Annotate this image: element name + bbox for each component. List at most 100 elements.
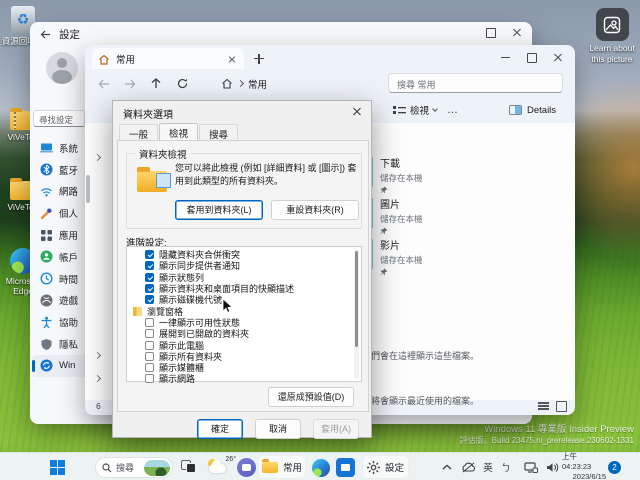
back-icon[interactable] — [40, 30, 51, 39]
maximize-icon[interactable] — [478, 24, 504, 40]
network-tray-icon[interactable] — [522, 453, 540, 480]
advanced-setting-row[interactable]: 顯示媒體櫃 — [129, 362, 351, 373]
setting-label: 顯示資料夾和桌面項目的快顯描述 — [159, 283, 294, 294]
folder-icon — [262, 462, 278, 473]
taskbar-store-button[interactable] — [336, 458, 355, 477]
settings-sidebar-item-accessibility[interactable]: 協助 — [32, 311, 86, 333]
quick-access-item[interactable]: 圖片 儲存在本機 — [370, 196, 560, 238]
ime-language-indicator[interactable]: 英 — [480, 453, 496, 480]
checkbox[interactable] — [145, 284, 154, 293]
close-icon[interactable] — [349, 105, 365, 119]
taskbar-edge-button[interactable] — [311, 458, 330, 477]
dialog-title: 資料夾選項 — [123, 106, 173, 121]
advanced-setting-row[interactable]: 隱藏資料夾合併衝突 — [129, 249, 351, 260]
nav-scrollbar-thumb[interactable] — [86, 175, 90, 203]
list-view-icon[interactable] — [538, 401, 549, 411]
advanced-setting-row[interactable]: 顯示同步提供者通知 — [129, 260, 351, 271]
settings-sidebar-item-system[interactable]: 系統 — [32, 137, 86, 159]
ime-mode-indicator[interactable]: ㄅ — [498, 453, 514, 480]
cancel-button[interactable]: 取消 — [255, 419, 301, 439]
reset-folders-button[interactable]: 重設資料夾(R) — [271, 200, 359, 220]
start-button[interactable] — [48, 458, 67, 477]
more-button[interactable]: … — [447, 104, 459, 116]
restore-defaults-button[interactable]: 還原成預設值(D) — [268, 387, 354, 407]
advanced-setting-row[interactable]: 顯示網路 — [129, 373, 351, 384]
volume-tray-icon[interactable] — [543, 453, 561, 480]
explorer-tab-home[interactable]: 常用 — [92, 48, 244, 70]
checkbox[interactable] — [145, 273, 154, 282]
onedrive-tray-icon[interactable] — [458, 453, 478, 480]
apply-button[interactable]: 套用(A) — [313, 419, 359, 439]
apply-to-folders-button[interactable]: 套用到資料夾(L) — [175, 200, 263, 220]
advanced-setting-row[interactable]: 顯示所有資料夾 — [129, 351, 351, 362]
taskbar-settings-button[interactable]: 設定 — [362, 455, 409, 479]
quick-access-item[interactable]: 影片 儲存在本機 — [370, 237, 560, 279]
details-button[interactable]: Details — [509, 105, 556, 116]
bluetooth-icon — [40, 163, 53, 176]
tree-chevron-icon[interactable] — [94, 154, 101, 161]
avatar[interactable] — [46, 52, 78, 84]
advanced-setting-row[interactable]: 顯示狀態列 — [129, 272, 351, 283]
close-icon[interactable] — [545, 49, 571, 65]
up-icon[interactable] — [143, 74, 169, 94]
advanced-setting-row[interactable]: 展開到已開啟的資料夾 — [129, 328, 351, 339]
checkbox[interactable] — [145, 250, 154, 259]
checkbox[interactable] — [145, 374, 154, 383]
taskbar-explorer-button[interactable]: 常用 — [258, 455, 306, 479]
notification-badge[interactable]: 2 — [608, 461, 621, 474]
breadcrumb-item[interactable]: 常用 — [248, 77, 267, 91]
quick-access-item[interactable]: 下載 儲存在本機 — [370, 155, 560, 197]
settings-sidebar-item-network[interactable]: 網路 — [32, 181, 86, 203]
settings-sidebar-item-update[interactable]: Win — [32, 355, 86, 377]
checkbox[interactable] — [145, 329, 154, 338]
task-view-button[interactable] — [180, 459, 198, 475]
search-highlight-image — [144, 460, 170, 476]
settings-sidebar-item-privacy[interactable]: 隱私 — [32, 333, 86, 355]
settings-sidebar-item-gaming[interactable]: 遊戲 — [32, 290, 86, 312]
settings-sidebar-item-personalization[interactable]: 個人 — [32, 202, 86, 224]
settings-search-input[interactable]: 尋找設定 — [33, 110, 85, 127]
checkbox[interactable] — [145, 341, 154, 350]
chevron-up-icon — [442, 464, 452, 470]
minimize-icon[interactable] — [493, 49, 519, 65]
advanced-setting-row[interactable]: 顯示磁碟機代號 — [129, 294, 351, 305]
ok-button[interactable]: 確定 — [197, 419, 243, 439]
checkbox[interactable] — [145, 318, 154, 327]
explorer-search-input[interactable]: 搜尋 常用 — [388, 73, 563, 93]
settings-sidebar-item-accounts[interactable]: 帳戶 — [32, 246, 86, 268]
tab-close-icon[interactable] — [226, 53, 238, 65]
refresh-icon[interactable] — [169, 74, 195, 94]
chat-button[interactable] — [237, 458, 256, 477]
date: 2023/6/15 — [573, 472, 606, 480]
view-button[interactable]: 檢視 — [393, 103, 437, 117]
list-scrollbar[interactable] — [354, 249, 359, 379]
advanced-setting-row[interactable]: 一律顯示可用性狀態 — [129, 317, 351, 328]
settings-sidebar-item-time[interactable]: 時間 — [32, 268, 86, 290]
advanced-setting-row[interactable]: 顯示此電腦 — [129, 339, 351, 350]
checkbox[interactable] — [133, 307, 142, 316]
checkbox[interactable] — [145, 295, 154, 304]
tray-show-hidden-icons[interactable] — [440, 453, 454, 480]
forward-icon[interactable] — [117, 74, 143, 94]
scrollbar-thumb[interactable] — [355, 251, 358, 347]
tree-chevron-icon[interactable] — [94, 375, 101, 382]
advanced-group-row[interactable]: 瀏覽窗格 — [129, 305, 351, 316]
checkbox[interactable] — [145, 261, 154, 270]
breadcrumb[interactable]: 常用 — [221, 77, 267, 91]
taskbar-search[interactable]: 搜尋 — [95, 457, 173, 478]
desktop-icon-learn-about-picture[interactable]: Learn about this picture — [586, 8, 638, 64]
checkbox[interactable] — [145, 363, 154, 372]
weather-widget[interactable]: 26° — [206, 456, 236, 478]
settings-sidebar-item-bluetooth[interactable]: 藍牙 — [32, 159, 86, 181]
close-icon[interactable] — [504, 24, 530, 40]
advanced-setting-row[interactable]: 顯示資料夾和桌面項目的快顯描述 — [129, 283, 351, 294]
back-icon[interactable] — [91, 74, 117, 94]
large-icons-view-icon[interactable] — [556, 401, 567, 411]
tree-chevron-icon[interactable] — [94, 352, 101, 359]
new-tab-icon[interactable] — [253, 53, 265, 65]
windows-logo-icon — [50, 460, 65, 475]
settings-sidebar-item-apps[interactable]: 應用 — [32, 224, 86, 246]
checkbox[interactable] — [145, 352, 154, 361]
tray-clock[interactable]: 上午 04:23:23 2023/6/15 — [562, 453, 606, 480]
maximize-icon[interactable] — [519, 49, 545, 65]
